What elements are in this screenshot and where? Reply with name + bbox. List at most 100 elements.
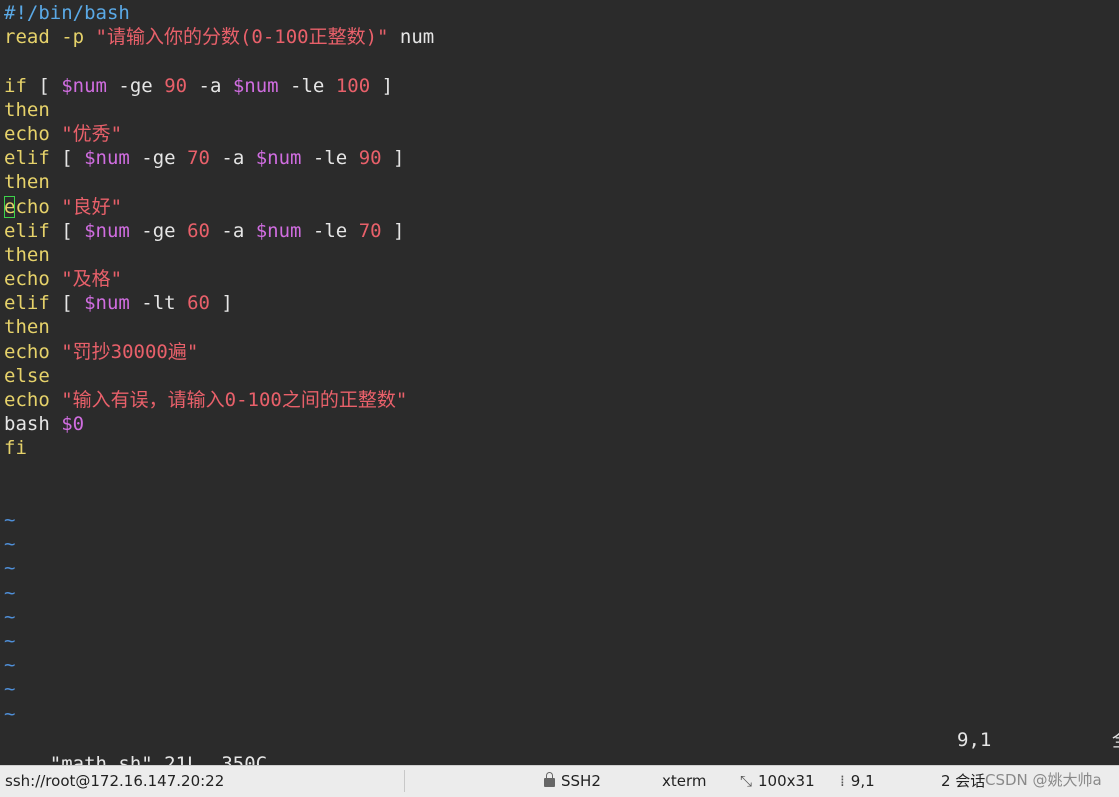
- code-line[interactable]: echo "优秀": [4, 122, 1114, 146]
- code-token: #!/bin/bash: [4, 2, 130, 24]
- code-token: elif: [4, 219, 50, 242]
- cursor-position-icon: ⁞: [840, 772, 845, 790]
- code-token: -le: [301, 219, 359, 242]
- code-token: else: [4, 364, 50, 387]
- code-token: elif: [4, 292, 50, 315]
- empty-line-marker: ~: [4, 678, 16, 701]
- code-token: cho: [15, 195, 50, 218]
- protocol-indicator: SSH2: [544, 766, 601, 797]
- code-token: then: [4, 98, 50, 121]
- code-editor[interactable]: #!/bin/bash read -p "请输入你的分数(0-100正整数)" n…: [4, 1, 1114, 461]
- watermark: CSDN @姚大帅a: [985, 771, 1102, 789]
- code-token: $num: [84, 292, 130, 315]
- file-message: "math.sh" 21L, 350C: [49, 753, 268, 765]
- code-line[interactable]: echo "罚抄30000遍": [4, 340, 1114, 364]
- code-token: -ge: [129, 147, 188, 170]
- code-line[interactable]: [4, 49, 1114, 73]
- empty-line-marker: ~: [4, 605, 16, 628]
- code-line[interactable]: echo "良好": [4, 195, 1114, 219]
- code-token: "罚抄30000遍": [61, 340, 199, 363]
- code-token: "输入有误，请输入0-100之间的正整数": [61, 389, 408, 411]
- connection-address: ssh://root@172.16.147.20:22: [5, 772, 225, 790]
- code-token: then: [4, 243, 50, 266]
- code-token: 60: [187, 219, 210, 242]
- code-line[interactable]: then: [4, 315, 1114, 339]
- code-line[interactable]: echo "及格": [4, 267, 1114, 291]
- empty-line-marker: ~: [4, 581, 16, 604]
- code-token: $num: [232, 74, 279, 97]
- empty-line-marker: ~: [4, 533, 16, 556]
- code-token: "及格": [61, 268, 123, 291]
- code-line[interactable]: then: [4, 243, 1114, 267]
- code-token: -a: [209, 219, 256, 242]
- code-token: then: [4, 316, 50, 339]
- code-line[interactable]: elif [ $num -ge 60 -a $num -le 70 ]: [4, 219, 1114, 243]
- code-token: ]: [381, 219, 405, 242]
- vim-command-line: "math.sh" 21L, 350C 9,1 全: [4, 728, 1119, 765]
- terminal-type: xterm: [662, 772, 707, 790]
- empty-line-marker: ~: [4, 629, 16, 652]
- terminal-size: 100x31: [758, 772, 815, 790]
- code-line[interactable]: elif [ $num -ge 70 -a $num -le 90 ]: [4, 146, 1114, 170]
- code-token: ]: [381, 147, 405, 170]
- code-token: 90: [164, 74, 188, 97]
- code-token: [: [49, 292, 85, 315]
- code-token: -le: [301, 147, 359, 170]
- code-token: echo: [4, 389, 50, 411]
- code-token: fi: [4, 437, 27, 460]
- code-line[interactable]: echo "输入有误，请输入0-100之间的正整数": [4, 388, 1114, 412]
- code-token: $num: [255, 219, 302, 242]
- code-line[interactable]: fi: [4, 436, 1114, 460]
- empty-line-marker: ~: [4, 654, 16, 677]
- code-line[interactable]: read -p "请输入你的分数(0-100正整数)" num: [4, 25, 1114, 49]
- lock-icon: [544, 772, 555, 787]
- code-line[interactable]: else: [4, 364, 1114, 388]
- code-token: -ge: [106, 74, 165, 97]
- code-token: num: [388, 26, 435, 49]
- code-token: [: [26, 74, 62, 97]
- code-token: [: [49, 147, 85, 170]
- code-line[interactable]: #!/bin/bash: [4, 1, 1114, 25]
- code-token: -lt: [129, 292, 188, 315]
- code-token: 60: [187, 292, 210, 315]
- session-count[interactable]: 2 会话: [941, 766, 985, 797]
- code-token: elif: [4, 147, 50, 170]
- code-token: echo: [4, 340, 50, 363]
- code-token: 100: [335, 74, 371, 97]
- text-cursor: e: [4, 195, 16, 218]
- empty-line-marker: ~: [4, 702, 16, 725]
- code-token: [: [49, 219, 85, 242]
- code-token: if: [4, 74, 27, 97]
- ruler-overflow-text: 全: [1112, 728, 1119, 752]
- code-token: $num: [84, 147, 130, 170]
- code-token: $num: [61, 74, 107, 97]
- code-token: -a: [209, 147, 256, 170]
- empty-line-marker: ~: [4, 557, 16, 580]
- empty-line-marker: ~: [4, 509, 16, 531]
- code-token: "良好": [61, 195, 123, 218]
- code-token: echo: [4, 268, 50, 291]
- code-line[interactable]: elif [ $num -lt 60 ]: [4, 291, 1114, 315]
- status-bar: ssh://root@172.16.147.20:22 SSH2 xterm ⤡…: [0, 765, 1119, 797]
- code-line[interactable]: if [ $num -ge 90 -a $num -le 100 ]: [4, 74, 1114, 98]
- code-token: 70: [187, 147, 210, 170]
- code-line[interactable]: then: [4, 170, 1114, 194]
- code-line[interactable]: bash $0: [4, 412, 1114, 436]
- code-token: read -p: [4, 26, 96, 49]
- code-token: $0: [61, 413, 85, 436]
- code-token: then: [4, 171, 50, 194]
- code-token: $num: [255, 147, 302, 170]
- code-token: ]: [370, 74, 394, 97]
- cursor-position: 9,1: [850, 772, 875, 790]
- status-divider: [404, 770, 405, 792]
- terminal-window[interactable]: #!/bin/bash read -p "请输入你的分数(0-100正整数)" n…: [0, 0, 1119, 765]
- code-line[interactable]: then: [4, 98, 1114, 122]
- code-token: "请输入你的分数(0-100正整数)": [95, 26, 389, 49]
- code-token: echo: [4, 122, 50, 145]
